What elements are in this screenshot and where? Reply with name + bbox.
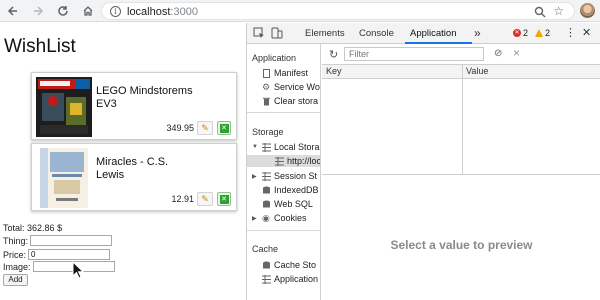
price-label: Price: — [3, 250, 27, 260]
kebab-menu-icon[interactable]: ⋮ — [565, 26, 576, 39]
expand-right-icon: ▶ — [252, 173, 257, 180]
item-name: LEGO Mindstorems EV3 — [96, 85, 193, 110]
item-name: Miracles - C.S. Lewis — [96, 156, 169, 181]
more-tabs-button[interactable]: » — [474, 26, 481, 40]
reload-icon[interactable] — [55, 3, 71, 19]
close-icon: ✕ — [219, 123, 229, 133]
sidebar-item-indexeddb[interactable]: IndexedDB — [262, 185, 319, 195]
database-icon — [263, 186, 270, 193]
delete-selected-icon[interactable]: × — [513, 46, 520, 60]
tab-elements[interactable]: Elements — [305, 28, 345, 39]
grid-icon — [262, 171, 271, 181]
edit-pencil-icon[interactable]: ✎ — [197, 192, 213, 206]
tab-application[interactable]: Application — [410, 28, 456, 39]
tab-console[interactable]: Console — [359, 28, 394, 39]
section-heading-storage: Storage — [252, 127, 284, 137]
cookie-icon: ◉ — [262, 212, 270, 223]
devtools-panel: Elements Console Application » ✕ 2 2 ⋮ ✕… — [246, 23, 600, 300]
section-heading-cache: Cache — [252, 244, 279, 254]
device-toolbar-icon[interactable] — [271, 27, 283, 39]
grid-icon — [262, 142, 271, 152]
item-price: 12.91 — [171, 194, 194, 204]
storage-table-header: Key Value — [322, 65, 600, 79]
refresh-icon[interactable]: ↻ — [329, 48, 338, 61]
page-title: WishList — [4, 36, 76, 57]
storage-view: ↻ ⊘ × Key Value Select a value to previe… — [322, 44, 600, 300]
total-label: Total: — [3, 223, 25, 233]
database-icon — [263, 261, 270, 268]
sidebar-item-application-cache[interactable]: Application — [262, 274, 318, 284]
back-arrow-icon[interactable] — [5, 3, 21, 19]
document-icon — [263, 68, 270, 78]
close-icon: ✕ — [219, 194, 229, 204]
item-price: 349.95 — [166, 123, 194, 133]
site-info-icon[interactable]: i — [110, 6, 121, 17]
edit-pencil-icon[interactable]: ✎ — [197, 121, 213, 135]
mouse-pointer-icon — [72, 261, 84, 279]
sidebar-item-cache-storage[interactable]: Cache Sto — [262, 260, 316, 270]
thing-label: Thing: — [3, 236, 29, 246]
forward-arrow-icon[interactable] — [30, 3, 46, 19]
grid-icon — [262, 274, 271, 284]
sidebar-item-service-workers[interactable]: ⚙ Service Wo — [262, 82, 320, 92]
address-bar[interactable]: i localhost:3000 ☆ — [101, 2, 575, 20]
database-icon — [263, 200, 270, 207]
column-header-value[interactable]: Value — [466, 66, 488, 76]
error-icon: ✕ — [513, 29, 521, 37]
inspect-element-icon[interactable] — [253, 27, 265, 39]
table-split-divider[interactable] — [322, 174, 600, 175]
expand-down-icon: ▼ — [252, 144, 258, 150]
clear-all-icon[interactable]: ⊘ — [494, 48, 502, 59]
sidebar-item-manifest[interactable]: Manifest — [262, 68, 308, 78]
trash-icon — [263, 97, 270, 105]
gear-icon: ⚙ — [262, 81, 271, 92]
grid-icon — [275, 156, 284, 166]
lego-box-image — [36, 77, 92, 137]
wishlist-item-card: LEGO Mindstorems EV3 349.95 ✎ ✕ — [31, 72, 237, 140]
url-text: localhost:3000 — [127, 6, 198, 18]
thing-input[interactable] — [30, 235, 112, 246]
home-icon[interactable] — [80, 3, 96, 19]
web-page: WishList LEGO Mindstorems EV3 349.95 ✎ ✕… — [0, 23, 246, 300]
sidebar-item-cookies[interactable]: ▶ ◉ Cookies — [252, 213, 307, 223]
application-sidebar: Application Manifest ⚙ Service Wo Clear … — [247, 44, 321, 300]
error-count-badge[interactable]: ✕ 2 — [513, 28, 528, 38]
column-divider[interactable] — [462, 65, 463, 175]
sidebar-item-clear-storage[interactable]: Clear stora — [262, 96, 318, 106]
delete-button[interactable]: ✕ — [217, 121, 231, 135]
image-label: Image: — [3, 262, 31, 272]
warning-icon — [535, 29, 543, 37]
total-line: Total: 362.86 $ — [3, 223, 62, 233]
expand-right-icon: ▶ — [252, 215, 257, 222]
filter-input[interactable] — [344, 47, 484, 61]
currency-symbol: $ — [57, 223, 63, 233]
profile-avatar[interactable] — [580, 3, 595, 18]
bookmark-star-icon[interactable]: ☆ — [553, 4, 564, 18]
warning-count-badge[interactable]: 2 — [535, 28, 550, 38]
preview-placeholder: Select a value to preview — [390, 238, 533, 252]
sidebar-item-local-origin[interactable]: http://loc — [247, 155, 320, 167]
wishlist-item-card: Miracles - C.S. Lewis 12.91 ✎ ✕ — [31, 143, 237, 211]
close-devtools-icon[interactable]: ✕ — [582, 26, 591, 39]
storage-toolbar: ↻ ⊘ × — [322, 44, 600, 65]
search-icon[interactable] — [534, 6, 546, 18]
total-value: 362.86 — [27, 223, 55, 233]
sidebar-item-local-storage[interactable]: ▼ Local Stora — [252, 142, 320, 152]
add-button[interactable]: Add — [3, 274, 28, 286]
devtools-tab-bar: Elements Console Application » ✕ 2 2 ⋮ ✕ — [247, 23, 600, 44]
browser-toolbar: i localhost:3000 ☆ — [0, 0, 600, 22]
section-heading-application: Application — [252, 53, 297, 63]
book-cover-image — [40, 148, 88, 208]
column-header-key[interactable]: Key — [326, 66, 342, 76]
price-input[interactable] — [28, 249, 110, 260]
delete-button[interactable]: ✕ — [217, 192, 231, 206]
sidebar-item-web-sql[interactable]: Web SQL — [262, 199, 313, 209]
sidebar-item-session-storage[interactable]: ▶ Session St — [252, 171, 317, 181]
